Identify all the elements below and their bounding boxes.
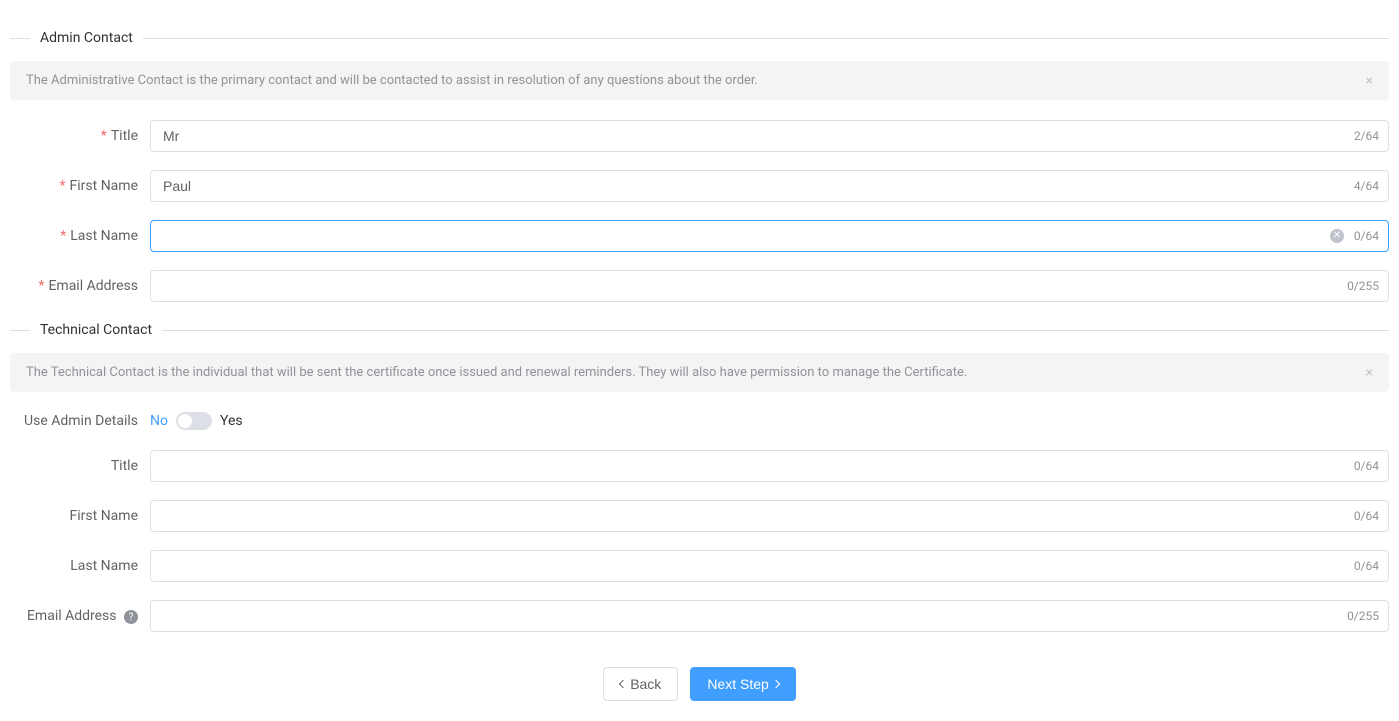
tech-email-label-text: Email Address bbox=[27, 608, 117, 624]
admin-title-input-wrapper: 2/64 bbox=[150, 120, 1389, 152]
technical-alert-text: The Technical Contact is the individual … bbox=[26, 365, 967, 380]
use-admin-label: Use Admin Details bbox=[10, 413, 150, 429]
tech-firstname-input[interactable] bbox=[150, 500, 1389, 532]
help-icon[interactable]: ? bbox=[124, 610, 138, 624]
tech-lastname-row: Last Name 0/64 bbox=[10, 550, 1389, 582]
tech-email-input-wrapper: 0/255 bbox=[150, 600, 1389, 632]
admin-email-row: Email Address 0/255 bbox=[10, 270, 1389, 302]
admin-email-input-wrapper: 0/255 bbox=[150, 270, 1389, 302]
admin-firstname-label: First Name bbox=[10, 178, 150, 194]
toggle-no-text: No bbox=[150, 413, 168, 429]
admin-firstname-input-wrapper: 4/64 bbox=[150, 170, 1389, 202]
admin-lastname-input-wrapper: ✕ 0/64 bbox=[150, 220, 1389, 252]
chevron-left-icon bbox=[619, 680, 627, 688]
divider-line bbox=[162, 330, 1389, 331]
next-step-button[interactable]: Next Step bbox=[690, 667, 795, 701]
use-admin-toggle-row: Use Admin Details No Yes bbox=[10, 412, 1389, 430]
divider-line bbox=[143, 38, 1389, 39]
admin-email-label: Email Address bbox=[10, 278, 150, 294]
use-admin-switch[interactable] bbox=[176, 412, 212, 430]
button-bar: Back Next Step bbox=[10, 667, 1389, 711]
tech-lastname-input-wrapper: 0/64 bbox=[150, 550, 1389, 582]
admin-section-header: Admin Contact bbox=[10, 30, 1389, 46]
admin-title-row: Title 2/64 bbox=[10, 120, 1389, 152]
technical-alert: The Technical Contact is the individual … bbox=[10, 353, 1389, 392]
divider-line bbox=[10, 330, 30, 331]
tech-title-row: Title 0/64 bbox=[10, 450, 1389, 482]
tech-email-input[interactable] bbox=[150, 600, 1389, 632]
close-icon[interactable]: × bbox=[1366, 74, 1373, 88]
tech-email-row: Email Address ? 0/255 bbox=[10, 600, 1389, 632]
back-button-label: Back bbox=[630, 676, 661, 692]
technical-section-title: Technical Contact bbox=[30, 322, 162, 338]
admin-section-title: Admin Contact bbox=[30, 30, 143, 46]
admin-firstname-input[interactable] bbox=[150, 170, 1389, 202]
next-step-button-label: Next Step bbox=[707, 676, 768, 692]
tech-firstname-row: First Name 0/64 bbox=[10, 500, 1389, 532]
admin-title-input[interactable] bbox=[150, 120, 1389, 152]
tech-title-input-wrapper: 0/64 bbox=[150, 450, 1389, 482]
use-admin-toggle-control: No Yes bbox=[150, 412, 243, 430]
admin-email-input[interactable] bbox=[150, 270, 1389, 302]
admin-title-label: Title bbox=[10, 128, 150, 144]
admin-alert-text: The Administrative Contact is the primar… bbox=[26, 73, 758, 88]
admin-lastname-label: Last Name bbox=[10, 228, 150, 244]
tech-lastname-input[interactable] bbox=[150, 550, 1389, 582]
admin-lastname-input[interactable] bbox=[150, 220, 1389, 252]
tech-email-label: Email Address ? bbox=[10, 608, 150, 625]
toggle-yes-text: Yes bbox=[220, 413, 243, 429]
tech-title-input[interactable] bbox=[150, 450, 1389, 482]
admin-firstname-row: First Name 4/64 bbox=[10, 170, 1389, 202]
technical-section-header: Technical Contact bbox=[10, 322, 1389, 338]
tech-title-label: Title bbox=[10, 458, 150, 474]
clear-icon[interactable]: ✕ bbox=[1330, 229, 1344, 243]
admin-lastname-row: Last Name ✕ 0/64 bbox=[10, 220, 1389, 252]
divider-line bbox=[10, 38, 30, 39]
switch-handle bbox=[178, 414, 192, 428]
back-button[interactable]: Back bbox=[603, 667, 678, 701]
admin-alert: The Administrative Contact is the primar… bbox=[10, 61, 1389, 100]
tech-firstname-label: First Name bbox=[10, 508, 150, 524]
chevron-right-icon bbox=[772, 680, 780, 688]
tech-lastname-label: Last Name bbox=[10, 558, 150, 574]
tech-firstname-input-wrapper: 0/64 bbox=[150, 500, 1389, 532]
close-icon[interactable]: × bbox=[1366, 366, 1373, 380]
